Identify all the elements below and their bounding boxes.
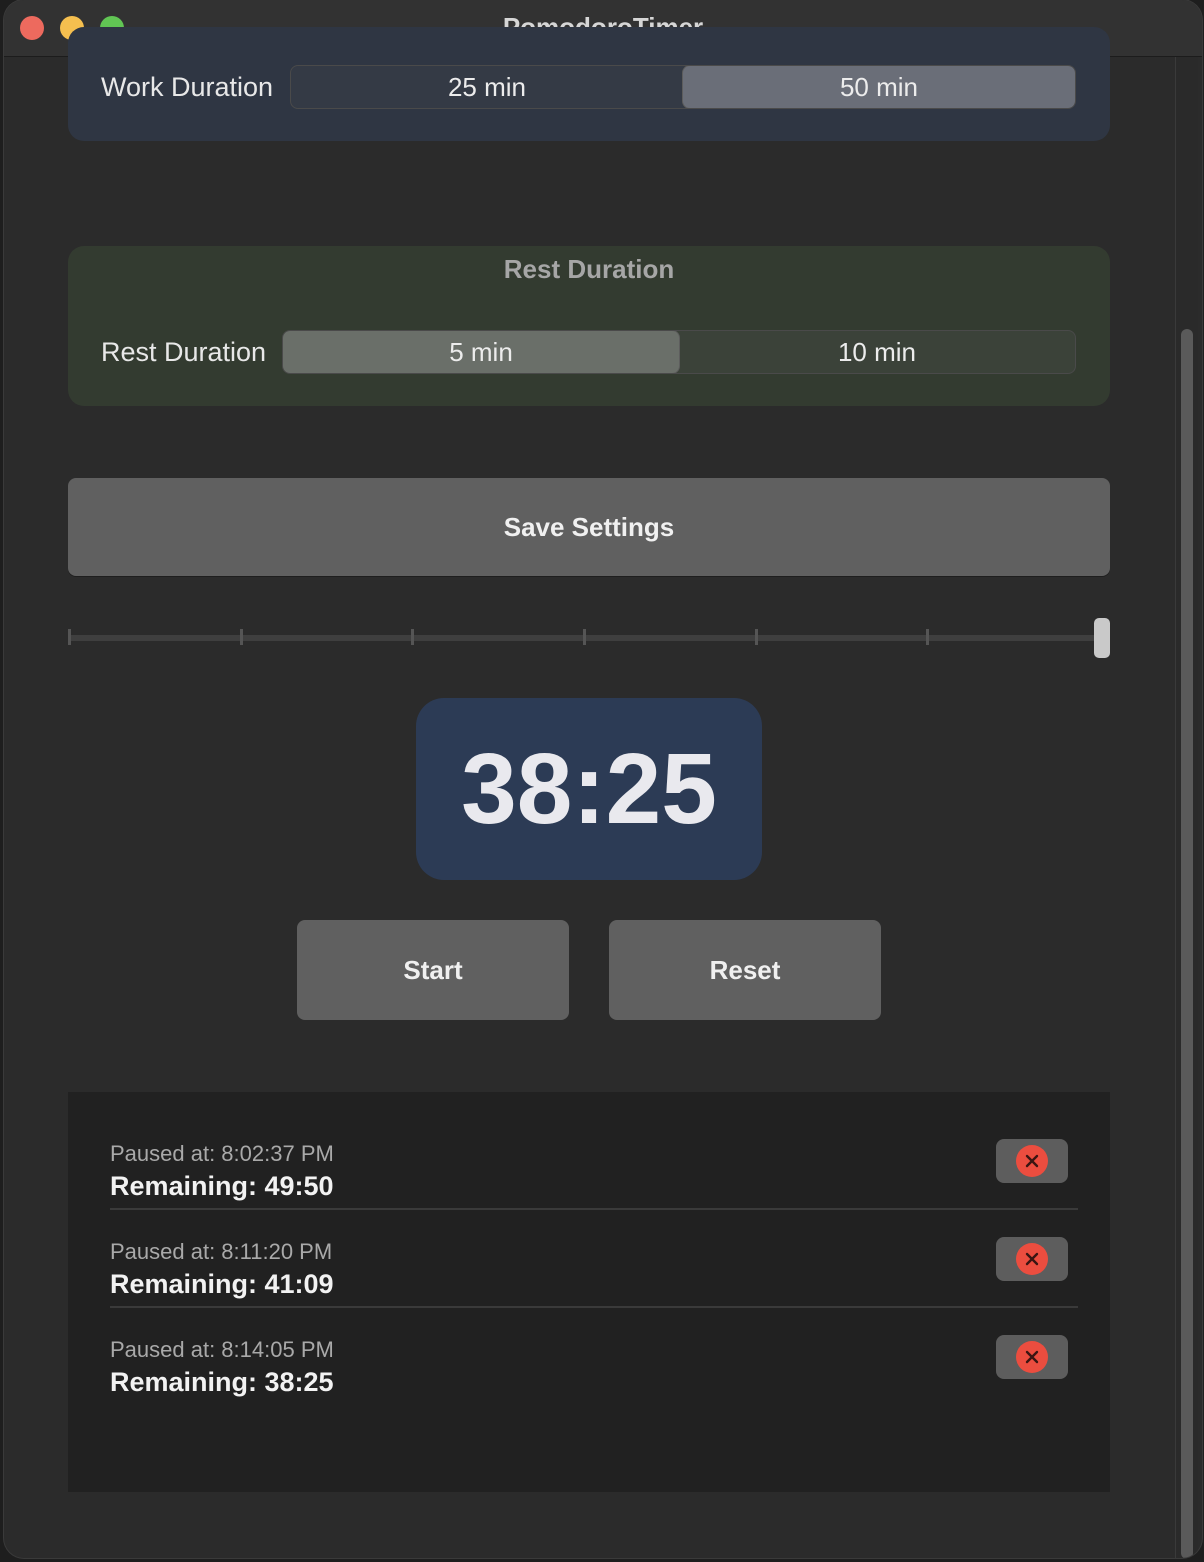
log-item: Paused at: 8:02:37 PM Remaining: 49:50	[110, 1129, 1078, 1227]
remaining-text: Remaining: 38:25	[110, 1367, 334, 1397]
work-option-50[interactable]: 50 min	[683, 66, 1075, 108]
work-duration-picker[interactable]: 25 min 50 min	[290, 65, 1076, 109]
rest-duration-label: Rest Duration	[101, 337, 267, 367]
divider	[110, 1306, 1078, 1308]
save-settings-button[interactable]: Save Settings	[68, 478, 1110, 576]
scroll-content: Work Duration 25 min 50 min Rest Duratio…	[4, 27, 1202, 1558]
slider-tick	[583, 629, 586, 645]
reset-button[interactable]: Reset	[609, 920, 881, 1020]
slider-tick	[240, 629, 243, 645]
timer-display: 38:25	[416, 698, 762, 880]
work-duration-panel: Work Duration 25 min 50 min	[68, 27, 1110, 141]
slider-tick	[411, 629, 414, 645]
progress-slider[interactable]	[68, 617, 1112, 658]
pause-log-list: Paused at: 8:02:37 PM Remaining: 49:50 P…	[68, 1092, 1110, 1492]
work-duration-label: Work Duration	[101, 72, 274, 102]
paused-at-text: Paused at: 8:11:20 PM	[110, 1239, 333, 1264]
divider	[110, 1208, 1078, 1210]
delete-entry-button[interactable]	[996, 1335, 1068, 1379]
delete-entry-button[interactable]	[996, 1237, 1068, 1281]
remaining-text: Remaining: 49:50	[110, 1171, 334, 1201]
log-item: Paused at: 8:14:05 PM Remaining: 38:25	[110, 1325, 1078, 1423]
delete-entry-button[interactable]	[996, 1139, 1068, 1183]
scrollbar-thumb[interactable]	[1181, 329, 1193, 1558]
slider-tick	[68, 629, 71, 645]
app-window: PomodoroTimer Work Duration 25 min 50 mi…	[4, 0, 1202, 1558]
vertical-scrollbar[interactable]	[1175, 57, 1198, 1558]
rest-duration-panel: Rest Duration Rest Duration 5 min 10 min	[68, 246, 1110, 406]
close-circle-icon	[1016, 1243, 1048, 1275]
remaining-text: Remaining: 41:09	[110, 1269, 334, 1299]
paused-at-text: Paused at: 8:02:37 PM	[110, 1141, 334, 1166]
slider-tick	[755, 629, 758, 645]
rest-option-5[interactable]: 5 min	[283, 331, 679, 373]
work-option-25[interactable]: 25 min	[291, 66, 683, 108]
start-button[interactable]: Start	[297, 920, 569, 1020]
rest-duration-title: Rest Duration	[503, 254, 675, 284]
rest-option-10[interactable]: 10 min	[679, 331, 1075, 373]
log-item: Paused at: 8:11:20 PM Remaining: 41:09	[110, 1227, 1078, 1325]
close-circle-icon	[1016, 1145, 1048, 1177]
paused-at-text: Paused at: 8:14:05 PM	[110, 1337, 334, 1362]
slider-thumb[interactable]	[1094, 618, 1110, 658]
close-circle-icon	[1016, 1341, 1048, 1373]
slider-tick	[926, 629, 929, 645]
rest-duration-picker[interactable]: 5 min 10 min	[282, 330, 1076, 374]
